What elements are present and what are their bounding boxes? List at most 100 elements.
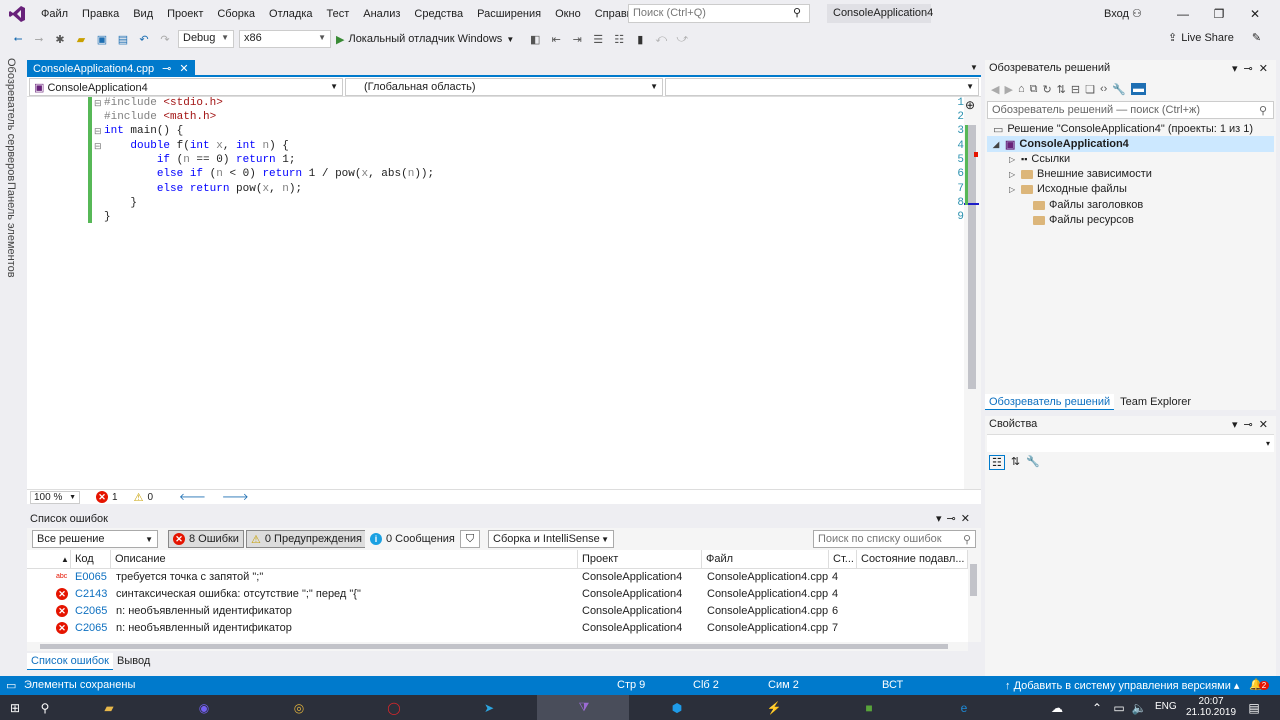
platform-select[interactable]: x86 ▼ (239, 30, 331, 48)
chrome-icon[interactable]: ◎ (290, 699, 308, 716)
project-dropdown[interactable]: ▣ ConsoleApplication4 ▼ (29, 78, 343, 96)
warnings-filter-button[interactable]: ⚠ 0 Предупреждения (246, 530, 368, 548)
app-icon[interactable]: ⚡ (765, 699, 783, 716)
nav-forward-icon[interactable]: 🡒 (222, 491, 249, 503)
open-file-icon[interactable]: ▰ (73, 31, 89, 47)
member-dropdown[interactable]: ▼ (665, 78, 979, 96)
visual-studio-taskbar-icon[interactable]: ⧩ (575, 699, 593, 716)
pin-icon[interactable]: ⊸ (1244, 63, 1259, 75)
edge-icon[interactable]: e (955, 699, 973, 716)
scroll-thumb[interactable] (970, 564, 977, 596)
tab-team-explorer[interactable]: Team Explorer (1116, 394, 1195, 410)
menu-edit[interactable]: Правка (75, 0, 126, 28)
error-code-link[interactable]: E0065 (75, 571, 107, 583)
errors-filter-button[interactable]: ✕ 8 Ошибки (168, 530, 244, 548)
search-icon[interactable]: ⚲ (793, 6, 801, 19)
column-header-icon[interactable]: ▲ (27, 550, 71, 569)
column-header-project[interactable]: Проект (578, 550, 702, 569)
pending-changes-icon[interactable]: ↻ (1042, 83, 1051, 96)
login-button[interactable]: Вход ⚇ (1104, 7, 1142, 20)
home-icon[interactable]: ⌂ (1018, 83, 1025, 95)
menu-debug[interactable]: Отладка (262, 0, 319, 28)
column-header-description[interactable]: Описание (111, 550, 578, 569)
forward-icon[interactable]: ▶ (1004, 83, 1012, 96)
editor-scroll-thumb[interactable] (968, 125, 976, 389)
tree-item-references[interactable]: ▷ ▪▪ Ссылки (1009, 151, 1070, 167)
tree-item-external-deps[interactable]: ▷ Внешние зависимости (1009, 166, 1152, 182)
tab-toolbox[interactable]: Панель элементов (5, 182, 17, 278)
feedback-icon[interactable]: ✎ (1252, 31, 1261, 44)
menu-file[interactable]: Файл (34, 0, 75, 28)
collapse-icon[interactable]: ⊟ (94, 126, 102, 137)
menu-extensions[interactable]: Расширения (470, 0, 548, 28)
dropdown-icon[interactable]: ▾ (1232, 419, 1244, 431)
alphabetical-icon[interactable]: ⇅ (1011, 455, 1020, 470)
error-code-link[interactable]: C2143 (75, 588, 107, 600)
table-row[interactable]: ✕ C2065 n: необъявленный идентификатор C… (27, 620, 968, 637)
viber-icon[interactable]: ◉ (195, 699, 213, 716)
search-input[interactable]: Поиск (Ctrl+Q) (628, 4, 810, 23)
live-share-button[interactable]: ⇪ Live Share ✎ (1168, 31, 1261, 45)
app-icon[interactable]: ⬢ (668, 699, 686, 716)
menu-analyze[interactable]: Анализ (356, 0, 407, 28)
volume-icon[interactable]: 🔈 (1130, 699, 1148, 716)
error-search-input[interactable]: Поиск по списку ошибок ⚲ (813, 530, 976, 548)
outdent-icon[interactable]: ⇥ (569, 31, 585, 47)
tab-dropdown-icon[interactable]: ▼ (970, 63, 978, 72)
pin-icon[interactable]: ⊸ (947, 513, 961, 525)
show-all-files-icon[interactable]: ❏ (1085, 83, 1095, 96)
error-count[interactable]: ✕ 1 (96, 491, 118, 503)
comment-icon[interactable]: ☰ (590, 31, 606, 47)
tab-output[interactable]: Вывод (113, 653, 154, 670)
restore-icon[interactable]: ❐ (1201, 0, 1237, 28)
error-code-link[interactable]: C2065 (75, 605, 107, 617)
tray-chevron-icon[interactable]: ⌃ (1088, 699, 1106, 716)
language-indicator[interactable]: ENG (1155, 701, 1177, 712)
table-row[interactable]: ✕ C2143 синтаксическая ошибка: отсутстви… (27, 586, 968, 603)
clock[interactable]: 20:07 21.10.2019 (1186, 696, 1236, 718)
scroll-thumb[interactable] (40, 644, 948, 649)
indent-icon[interactable]: ⇤ (548, 31, 564, 47)
collapse-icon[interactable]: ⊟ (94, 141, 102, 152)
menu-window[interactable]: Окно (548, 0, 588, 28)
forward-icon[interactable]: ⭢ (31, 31, 47, 47)
tree-item-resource-files[interactable]: Файлы ресурсов (1021, 212, 1134, 228)
pin-icon[interactable]: ⊸ (1244, 419, 1259, 431)
dropdown-icon[interactable]: ▾ (1232, 63, 1244, 75)
network-icon[interactable]: ▭ (1110, 699, 1128, 716)
windows-start-icon[interactable]: ⊞ (6, 699, 24, 716)
undo-icon[interactable]: ↶ (136, 31, 152, 47)
filter-toggle[interactable]: ⛉ (460, 530, 480, 548)
collapse-all-icon[interactable]: ⊟ (1071, 83, 1080, 96)
sync-icon[interactable]: ⇅ (1057, 83, 1066, 96)
view-code-icon[interactable]: ‹› (1100, 83, 1107, 95)
editor-tab[interactable]: ConsoleApplication4.cpp ⊸ ✕ (27, 60, 195, 77)
close-tab-icon[interactable]: ✕ (179, 62, 188, 75)
minimize-icon[interactable]: — (1165, 0, 1201, 28)
column-header-code[interactable]: Код (71, 550, 111, 569)
collapse-icon[interactable]: ⊟ (94, 98, 102, 109)
prev-bookmark-icon[interactable]: ⤺ (653, 31, 669, 47)
zoom-select[interactable]: 100 % ▼ (30, 490, 80, 504)
menu-tools[interactable]: Средства (407, 0, 470, 28)
tab-error-list[interactable]: Список ошибок (27, 653, 113, 670)
save-icon[interactable]: ▣ (94, 31, 110, 47)
column-header-file[interactable]: Файл (702, 550, 829, 569)
scope-select[interactable]: Все решение ▼ (32, 530, 158, 548)
breakpoint-icon[interactable]: ◧ (527, 31, 543, 47)
menu-view[interactable]: Вид (126, 0, 160, 28)
new-project-icon[interactable]: ✱ (52, 31, 68, 47)
bookmark-icon[interactable]: ▮ (632, 31, 648, 47)
categorized-icon[interactable]: ☷ (989, 455, 1005, 470)
tab-server-explorer[interactable]: Обозреватель серверов (5, 58, 17, 181)
start-debugger-button[interactable]: ▶ Локальный отладчик Windows ▼ (336, 33, 514, 46)
messages-filter-button[interactable]: i 0 Сообщения (365, 530, 460, 548)
telegram-icon[interactable]: ➤ (480, 699, 498, 716)
error-list-vertical-scrollbar[interactable] (968, 550, 981, 642)
tree-solution[interactable]: ▭ Решение "ConsoleApplication4" (проекты:… (993, 121, 1253, 137)
switch-views-icon[interactable]: ⧉ (1030, 83, 1038, 96)
tree-project[interactable]: ◢ ▣ ConsoleApplication4 (987, 136, 1274, 152)
table-row[interactable]: ✕ C2065 n: необъявленный идентификатор C… (27, 603, 968, 620)
close-icon[interactable]: ✕ (1259, 63, 1274, 75)
minecraft-icon[interactable]: ■ (860, 699, 878, 716)
